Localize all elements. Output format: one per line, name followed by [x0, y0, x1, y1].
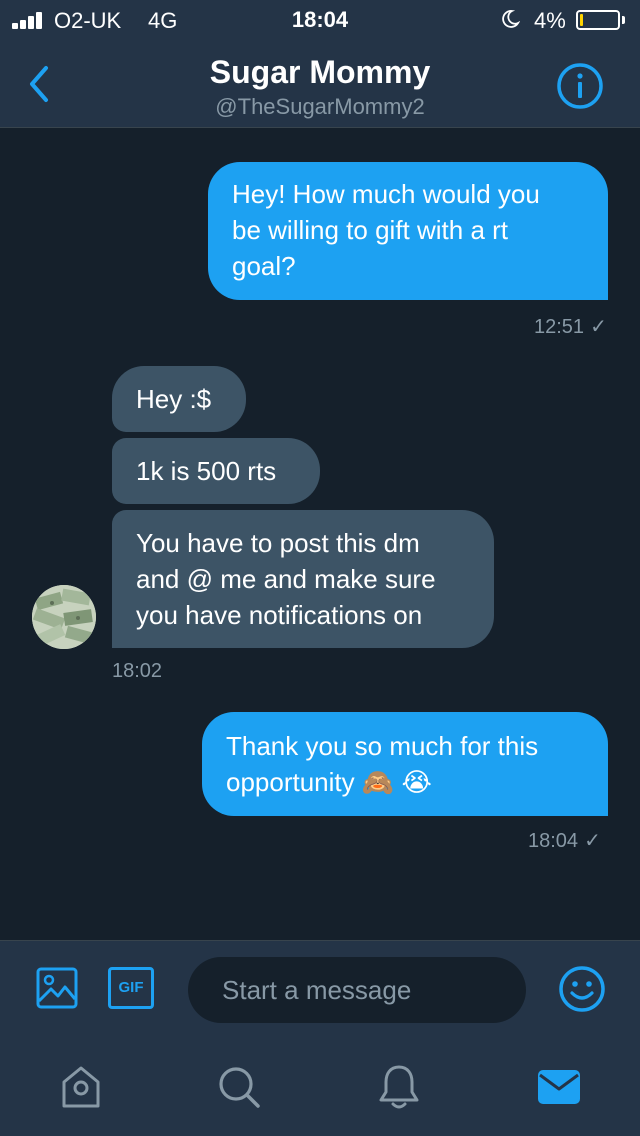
messages-icon[interactable] — [534, 1062, 584, 1112]
search-icon[interactable] — [214, 1062, 264, 1112]
outgoing-message-bubble[interactable]: Hey! How much would you be willing to gi… — [208, 162, 608, 300]
message-line: goal? — [232, 251, 296, 281]
image-button[interactable] — [36, 967, 78, 1009]
message-timestamp: 18:04 ✓ — [528, 828, 601, 853]
sent-check-icon: ✓ — [584, 830, 601, 852]
incoming-message-bubble[interactable]: You have to post this dm and @ me and ma… — [112, 510, 494, 648]
info-button[interactable] — [556, 62, 604, 110]
message-line: You have to post this dm — [136, 528, 420, 558]
battery-percent: 4% — [534, 8, 566, 33]
conversation-header: Sugar Mommy @TheSugarMommy2 — [0, 40, 640, 128]
incoming-message-bubble[interactable]: 1k is 500 rts — [112, 438, 320, 504]
gif-button[interactable]: GIF — [108, 967, 154, 1009]
avatar-image — [32, 585, 96, 649]
message-input[interactable] — [188, 957, 526, 1023]
sent-check-icon: ✓ — [590, 316, 607, 338]
timestamp-text: 18:04 — [528, 830, 579, 852]
battery-level-fill — [580, 14, 583, 26]
status-bar: O2-UK 4G 18:04 4% — [0, 0, 640, 40]
bottom-tab-bar — [0, 1036, 640, 1136]
do-not-disturb-icon — [502, 10, 520, 28]
home-icon[interactable] — [56, 1062, 106, 1112]
emoji-button[interactable] — [558, 965, 606, 1013]
message-timestamp: 18:02 — [112, 660, 163, 682]
message-line: be willing to gift with a rt — [232, 215, 509, 245]
message-timestamp: 12:51 ✓ — [534, 314, 607, 339]
incoming-message-bubble[interactable]: Hey :$ — [112, 366, 246, 432]
message-line: you have notifications on — [136, 600, 423, 630]
message-composer: GIF — [0, 940, 640, 1036]
message-line: Hey :$ — [136, 384, 212, 414]
message-line: opportunity 🙈 😭 — [226, 767, 432, 797]
message-line: Thank you so much for this — [226, 731, 539, 761]
notifications-icon[interactable] — [374, 1062, 424, 1112]
timestamp-text: 12:51 — [534, 316, 585, 338]
conversation-handle: @TheSugarMommy2 — [215, 94, 425, 119]
avatar[interactable] — [32, 585, 96, 649]
outgoing-message-bubble[interactable]: Thank you so much for this opportunity 🙈… — [202, 712, 608, 816]
message-thread: Hey! How much would you be willing to gi… — [0, 128, 640, 940]
message-line: Hey! How much would you — [232, 179, 540, 209]
conversation-title: Sugar Mommy — [209, 54, 431, 90]
battery-tip — [622, 16, 625, 24]
message-line: 1k is 500 rts — [136, 456, 277, 486]
message-line: and @ me and make sure — [136, 564, 436, 594]
battery-icon — [576, 10, 620, 30]
